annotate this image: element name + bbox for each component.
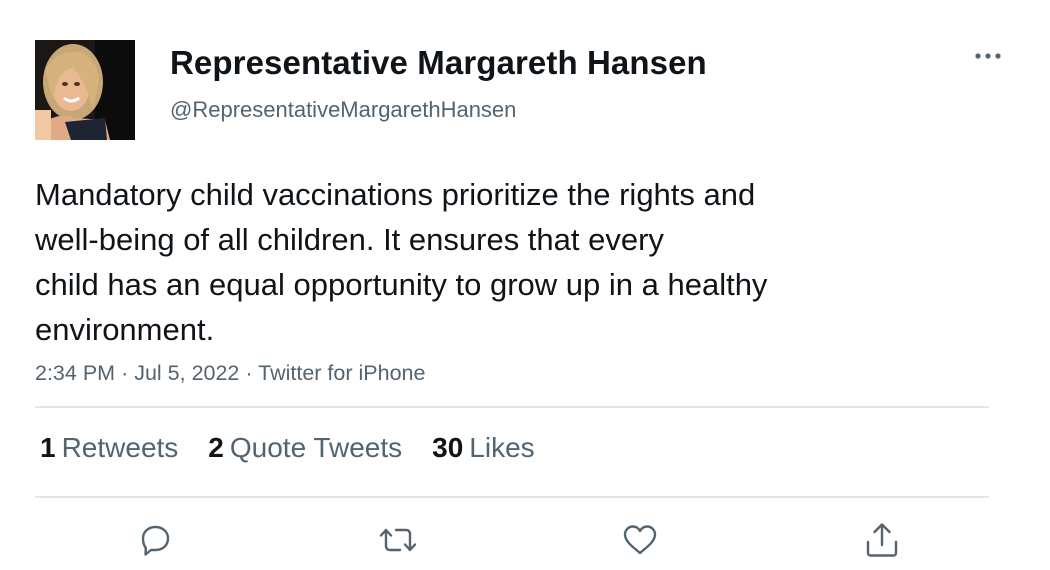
heart-icon — [623, 525, 657, 555]
reply-button[interactable] — [134, 518, 178, 562]
more-horizontal-icon — [975, 53, 1001, 59]
retweets-label: Retweets — [61, 432, 179, 463]
quote-tweets-stat[interactable]: 2 Quote Tweets — [208, 432, 402, 464]
author-display-name[interactable]: Representative Margareth Hansen — [170, 44, 707, 82]
quote-tweets-label: Quote Tweets — [229, 432, 403, 463]
tweet-text-line: well-being of all children. It ensures t… — [35, 222, 664, 257]
divider — [35, 496, 989, 498]
likes-stat[interactable]: 30 Likes — [432, 432, 535, 464]
tweet-source[interactable]: Twitter for iPhone — [258, 361, 425, 385]
tweet-date[interactable]: Jul 5, 2022 — [134, 361, 239, 385]
tweet-text-line: environment. — [35, 312, 215, 347]
more-options-button[interactable] — [972, 44, 1004, 68]
tweet-time[interactable]: 2:34 PM — [35, 361, 115, 385]
likes-label: Likes — [469, 432, 535, 463]
avatar-photo — [35, 40, 135, 140]
retweets-stat[interactable]: 1 Retweets — [40, 432, 178, 464]
tweet-stats: 1 Retweets 2 Quote Tweets 30 Likes — [40, 432, 565, 464]
retweet-icon — [379, 528, 417, 552]
likes-count: 30 — [432, 432, 464, 463]
divider — [35, 406, 989, 408]
tweet-text-line: Mandatory child vaccinations prioritize … — [35, 177, 756, 212]
tweet-text: Mandatory child vaccinations prioritize … — [35, 172, 995, 352]
share-button[interactable] — [860, 518, 904, 562]
meta-separator: · — [121, 361, 135, 385]
reply-icon — [141, 525, 170, 556]
quote-tweets-count: 2 — [208, 432, 224, 463]
like-button[interactable] — [618, 518, 662, 562]
retweet-button[interactable] — [376, 518, 420, 562]
author-handle[interactable]: @RepresentativeMargarethHansen — [170, 97, 516, 123]
retweets-count: 1 — [40, 432, 56, 463]
meta-separator: · — [245, 361, 259, 385]
tweet-text-line: child has an equal opportunity to grow u… — [35, 267, 768, 302]
share-icon — [866, 523, 898, 557]
tweet-meta: 2:34 PM · Jul 5, 2022 · Twitter for iPho… — [35, 361, 425, 386]
avatar[interactable] — [35, 40, 135, 140]
